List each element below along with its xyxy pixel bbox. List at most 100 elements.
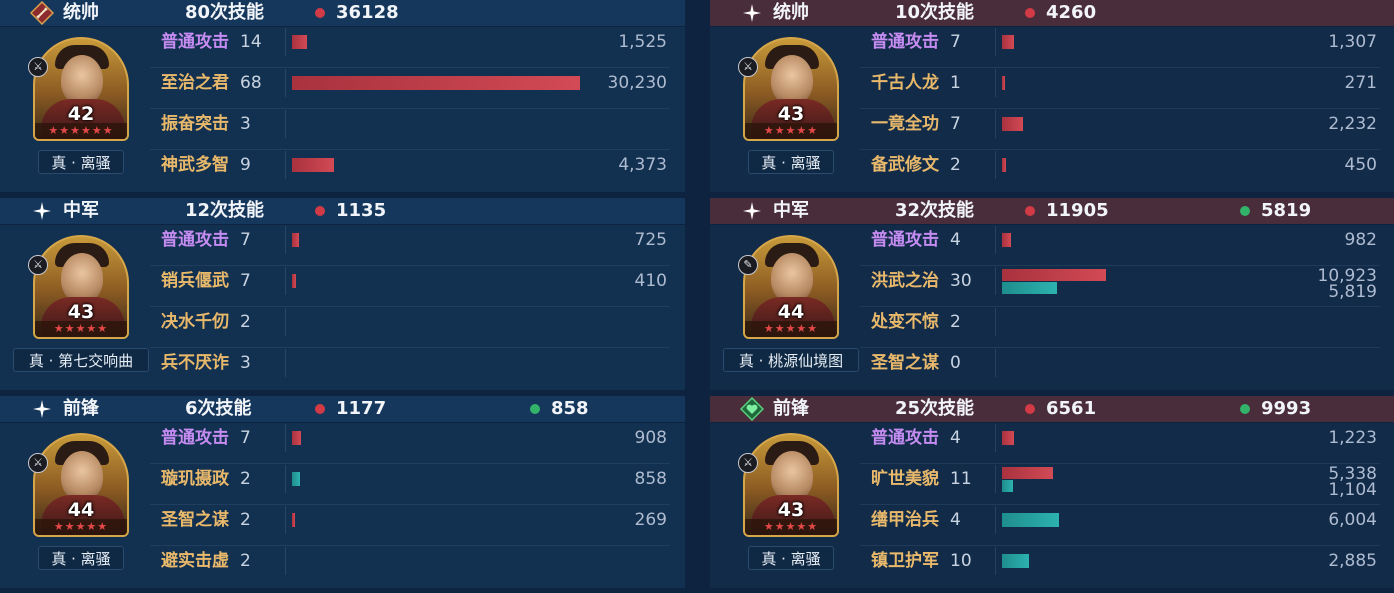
skill-name: 旷世美貌	[871, 469, 939, 489]
damage-value: 410	[634, 271, 667, 291]
skill-name: 圣智之谋	[871, 353, 939, 373]
skill-cast-count: 3	[240, 114, 251, 134]
skill-count-label: 10次技能	[895, 2, 975, 23]
sword-tag-icon: ⚔	[738, 453, 758, 473]
column-divider	[285, 151, 286, 179]
hero-stars: ★★★★★	[745, 321, 837, 337]
hero-stars: ★★★★★★	[35, 123, 127, 139]
damage-bar	[292, 35, 307, 49]
skill-name: 振奋突击	[161, 114, 229, 134]
column-divider	[285, 506, 286, 534]
unit-section: 统帅 10次技能 4260 43 ★★★★★ ⚔ 真 · 离骚 普通攻击 7 1,307 千古人龙 1…	[710, 0, 1394, 193]
sword-tag-icon: ⚔	[28, 57, 48, 77]
heal-dot-icon	[1240, 404, 1250, 414]
skill-name: 普通攻击	[161, 230, 229, 250]
hero-face	[61, 253, 103, 303]
column-divider	[995, 349, 996, 377]
damage-value: 271	[1344, 73, 1377, 93]
skill-name: 神武多智	[161, 155, 229, 175]
skill-name: 处变不惊	[871, 312, 939, 332]
column-divider	[285, 465, 286, 493]
heal-bar	[1002, 513, 1059, 527]
heal-total: 858	[551, 398, 589, 419]
hero-face	[771, 253, 813, 303]
skill-name: 普通攻击	[871, 428, 939, 448]
hero-stars: ★★★★★	[745, 519, 837, 535]
skill-name: 普通攻击	[871, 230, 939, 250]
damage-value: 1,307	[1328, 32, 1377, 52]
hero-portrait[interactable]: 44 ★★★★★	[33, 433, 129, 537]
unit-body: 44 ★★★★★ ✎ 真 · 桃源仙境图 普通攻击 4 982 洪武之治 30 10,923 5,8…	[710, 225, 1394, 390]
skill-name: 一竟全功	[871, 114, 939, 134]
damage-value: 725	[634, 230, 667, 250]
heart-badge-icon	[740, 397, 764, 421]
damage-total: 6561	[1046, 398, 1097, 419]
skill-cast-count: 30	[950, 271, 972, 291]
heal-total: 9993	[1261, 398, 1312, 419]
sparkle-icon	[743, 202, 761, 220]
damage-bar	[1002, 431, 1014, 445]
role-label: 前锋	[773, 398, 809, 419]
unit-body: 43 ★★★★★ ⚔ 真 · 第七交响曲 普通攻击 7 725 销兵偃武 7 410 决水千仞 2 兵不…	[0, 225, 685, 390]
hero-portrait[interactable]: 43 ★★★★★	[33, 235, 129, 339]
hero-level: 44	[777, 301, 805, 323]
heal-value: 5,819	[1328, 282, 1377, 302]
damage-bar	[1002, 117, 1023, 131]
skill-cast-count: 4	[950, 510, 961, 530]
column-divider	[285, 110, 286, 138]
hero-stars: ★★★★★	[35, 519, 127, 535]
hero-portrait[interactable]: 43 ★★★★★	[743, 433, 839, 537]
skill-name: 千古人龙	[871, 73, 939, 93]
damage-bar	[1002, 35, 1014, 49]
hero-portrait[interactable]: 44 ★★★★★	[743, 235, 839, 339]
heal-total: 5819	[1261, 200, 1312, 221]
damage-dot-icon	[1025, 8, 1035, 18]
damage-value: 982	[1344, 230, 1377, 250]
row-divider	[150, 108, 670, 109]
sparkle-icon	[33, 202, 51, 220]
damage-dot-icon	[1025, 404, 1035, 414]
column-divider	[995, 547, 996, 575]
hero-level: 43	[777, 499, 805, 521]
column-divider	[285, 69, 286, 97]
skill-name: 备武修文	[871, 155, 939, 175]
skill-cast-count: 2	[240, 551, 251, 571]
skill-cast-count: 2	[240, 510, 251, 530]
skill-name: 兵不厌诈	[161, 353, 229, 373]
row-divider	[860, 149, 1380, 150]
sword-tag-icon: ⚔	[738, 57, 758, 77]
row-divider	[860, 504, 1380, 505]
left-team-panel: 统帅 80次技能 36128 42 ★★★★★★ ⚔ 真 · 离骚 普通攻击 14 1,525 至治…	[0, 0, 685, 593]
hero-portrait[interactable]: 42 ★★★★★★	[33, 37, 129, 141]
damage-bar	[1002, 233, 1011, 247]
row-divider	[150, 463, 670, 464]
sword-tag-icon: ⚔	[28, 453, 48, 473]
unit-header: 前锋 25次技能 6561 9993	[710, 396, 1394, 422]
heal-bar	[1002, 480, 1013, 492]
unit-header: 统帅 10次技能 4260	[710, 0, 1394, 26]
skill-name: 璇玑摄政	[161, 469, 229, 489]
hero-portrait[interactable]: 43 ★★★★★	[743, 37, 839, 141]
damage-bar	[1002, 269, 1106, 281]
column-divider	[995, 506, 996, 534]
column-divider	[995, 465, 996, 493]
column-divider	[285, 267, 286, 295]
skill-cast-count: 7	[950, 114, 961, 134]
column-divider	[995, 69, 996, 97]
unit-section: 中军 12次技能 1135 43 ★★★★★ ⚔ 真 · 第七交响曲 普通攻击 7 725 销兵偃武…	[0, 198, 685, 391]
damage-dot-icon	[315, 404, 325, 414]
damage-bar	[292, 513, 295, 527]
damage-bar	[292, 233, 299, 247]
skill-cast-count: 2	[240, 469, 251, 489]
damage-value: 269	[634, 510, 667, 530]
unit-body: 43 ★★★★★ ⚔ 真 · 离骚 普通攻击 7 1,307 千古人龙 1 271 一竟全功 7 2,2…	[710, 27, 1394, 192]
skill-cast-count: 9	[240, 155, 251, 175]
damage-value: 1,525	[618, 32, 667, 52]
skill-cast-count: 7	[240, 271, 251, 291]
damage-bar	[292, 274, 296, 288]
column-divider	[995, 28, 996, 56]
column-divider	[995, 151, 996, 179]
row-divider	[860, 67, 1380, 68]
unit-header: 统帅 80次技能 36128	[0, 0, 685, 26]
damage-value: 1,223	[1328, 428, 1377, 448]
